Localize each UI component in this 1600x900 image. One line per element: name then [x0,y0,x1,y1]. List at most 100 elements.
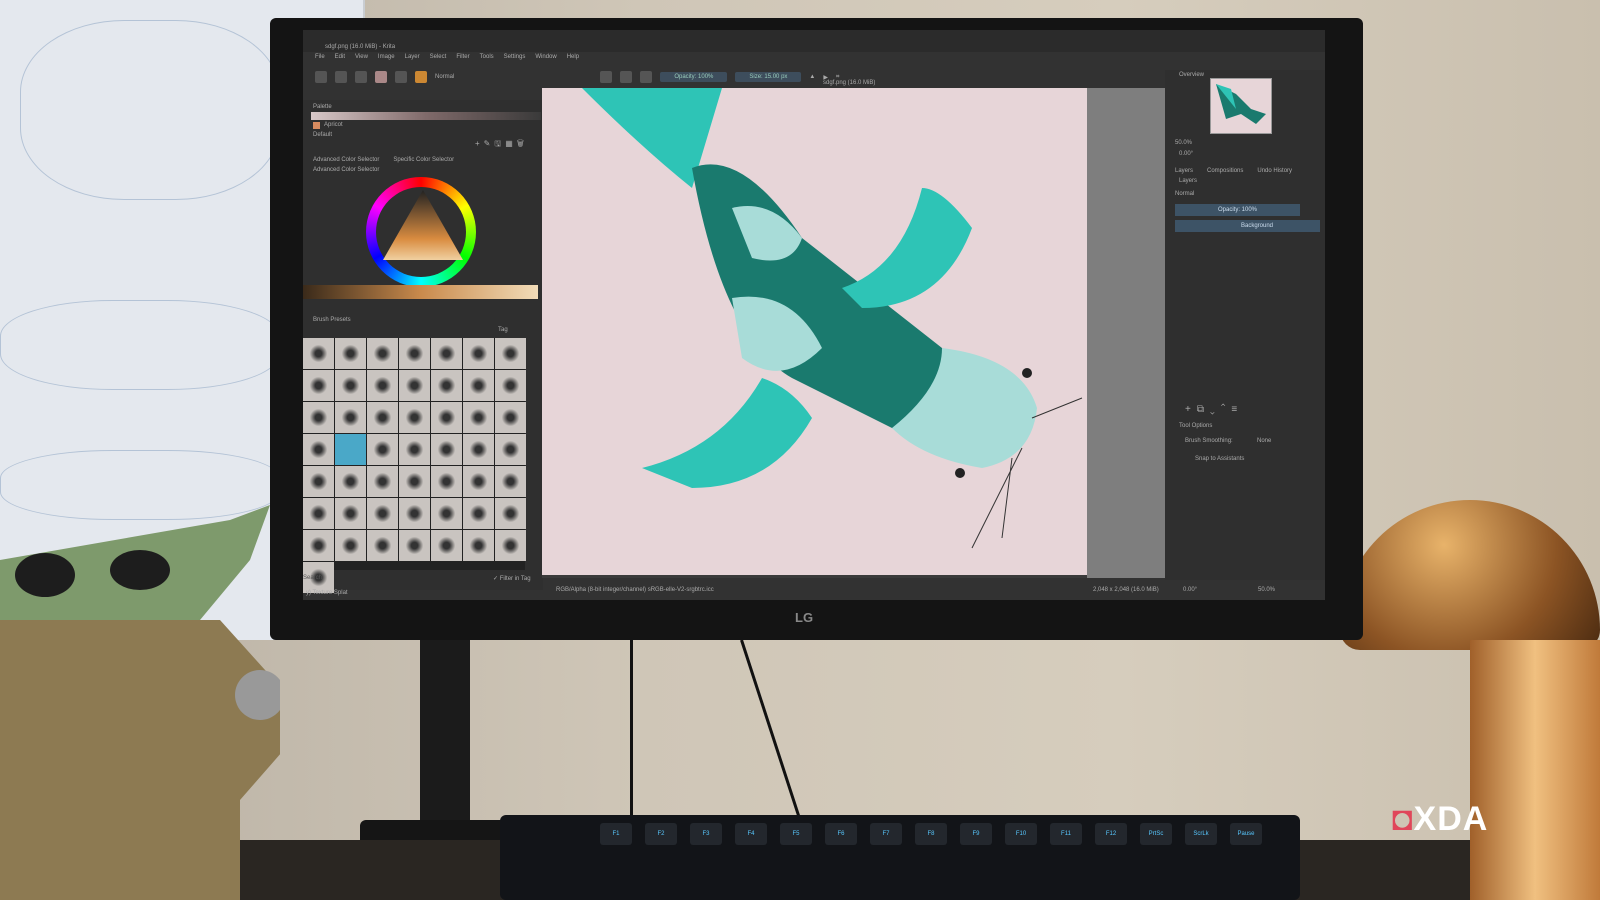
brush-preset[interactable] [463,402,494,433]
snap-to-assistants-checkbox[interactable]: Snap to Assistants [1195,456,1244,462]
menu-view[interactable]: View [355,54,368,60]
menu-edit[interactable]: Edit [335,54,345,60]
layer-row[interactable]: Background [1175,220,1320,232]
menu-layer[interactable]: Layer [405,54,420,60]
save-icon[interactable] [355,71,367,83]
brush-preset[interactable] [399,434,430,465]
status-zoom[interactable]: 50.0% [1258,587,1275,593]
reload-icon[interactable] [640,71,653,83]
new-document-icon[interactable] [315,71,327,83]
brush-preset[interactable] [399,466,430,497]
brush-preset[interactable] [367,434,398,465]
brush-preset[interactable] [463,370,494,401]
tab-compositions[interactable]: Compositions [1207,168,1243,174]
brush-preset[interactable] [431,402,462,433]
layer-actions[interactable]: +⧉⌄⌃≡ [1185,404,1243,415]
tab-undo-history[interactable]: Undo History [1257,168,1292,174]
brush-preset[interactable] [303,530,334,561]
brush-preset[interactable] [303,370,334,401]
tab-layers[interactable]: Layers [1175,168,1193,174]
brush-preset[interactable] [335,530,366,561]
brush-preset[interactable] [367,498,398,529]
overview-rotation[interactable]: 0.00° [1179,151,1193,157]
menu-filter[interactable]: Filter [456,54,469,60]
brush-preset[interactable] [335,434,366,465]
filter-in-tag-checkbox[interactable]: ✓ Filter in Tag [493,575,531,582]
brush-preset[interactable] [303,466,334,497]
brush-preset[interactable] [431,466,462,497]
overview-zoom[interactable]: 50.0% [1175,140,1192,146]
menu-tools[interactable]: Tools [480,54,494,60]
menu-image[interactable]: Image [378,54,395,60]
brush-preset[interactable] [431,338,462,369]
overview-thumbnail[interactable] [1210,78,1272,134]
brush-preset[interactable] [303,434,334,465]
menu-help[interactable]: Help [567,54,579,60]
layer-blend-mode[interactable]: Normal [1175,191,1194,197]
brush-preset[interactable] [463,530,494,561]
canvas-tab[interactable]: sdgf.png (16.0 MiB) [823,80,875,86]
brush-preset[interactable] [399,530,430,561]
brush-preset[interactable] [399,402,430,433]
tab-advanced-color-selector[interactable]: Advanced Color Selector [313,157,379,163]
brush-preset[interactable] [367,338,398,369]
brush-preset[interactable] [335,498,366,529]
brush-preset[interactable] [303,402,334,433]
tag-select[interactable]: Tag [498,327,508,333]
brush-preset[interactable] [367,402,398,433]
brush-preset[interactable] [495,434,526,465]
brush-preset[interactable] [463,434,494,465]
brush-preset[interactable] [303,338,334,369]
brush-preset[interactable] [335,402,366,433]
brush-preset[interactable] [303,498,334,529]
status-rotation[interactable]: 0.00° [1183,587,1197,593]
brush-preset[interactable] [431,434,462,465]
blend-mode-select[interactable]: Normal [435,74,454,80]
brush-preset[interactable] [367,466,398,497]
brush-preset[interactable] [495,370,526,401]
brush-preset[interactable] [431,530,462,561]
koi-fish-artwork[interactable] [542,88,1087,575]
brush-preset[interactable] [399,338,430,369]
brush-search-input[interactable]: Search [303,575,322,581]
brush-preset[interactable] [367,370,398,401]
alpha-lock-icon[interactable] [620,71,633,83]
brush-preset[interactable] [463,338,494,369]
canvas-area[interactable] [542,88,1178,578]
smoothing-select[interactable]: None [1257,438,1271,444]
menu-file[interactable]: File [315,54,325,60]
brush-preset[interactable] [431,498,462,529]
gradient-swatch[interactable] [375,71,387,83]
open-icon[interactable] [335,71,347,83]
menu-select[interactable]: Select [430,54,447,60]
brush-preset[interactable] [495,338,526,369]
pattern-swatch[interactable] [395,71,407,83]
brush-preset[interactable] [335,338,366,369]
brush-preset[interactable] [431,370,462,401]
brush-preset[interactable] [367,530,398,561]
palette-name[interactable]: Default [313,132,332,138]
brush-preset[interactable] [335,370,366,401]
brush-preset[interactable] [399,498,430,529]
brush-preset[interactable] [495,530,526,561]
menu-settings[interactable]: Settings [504,54,526,60]
opacity-slider[interactable]: Opacity: 100% [660,72,728,82]
eraser-icon[interactable] [600,71,613,83]
layer-opacity-slider[interactable]: Opacity: 100% [1175,204,1300,216]
brush-preset[interactable] [495,466,526,497]
brush-preset[interactable] [463,466,494,497]
brush-preset[interactable] [399,370,430,401]
brush-preset[interactable] [495,498,526,529]
brush-preset[interactable] [335,466,366,497]
mirror-icon[interactable]: ▲ [809,74,815,80]
brush-preset[interactable] [463,498,494,529]
tab-specific-color-selector[interactable]: Specific Color Selector [393,157,454,163]
menu-window[interactable]: Window [535,54,556,60]
palette-actions[interactable]: +✎🖫▦🗑 [475,138,528,152]
overview-title: Overview [1179,72,1205,78]
fg-bg-color-icon[interactable] [415,71,427,83]
size-slider[interactable]: Size: 15.00 px [735,72,802,82]
palette-swatches[interactable] [311,112,541,120]
shade-selector[interactable] [303,285,538,299]
brush-preset[interactable] [495,402,526,433]
